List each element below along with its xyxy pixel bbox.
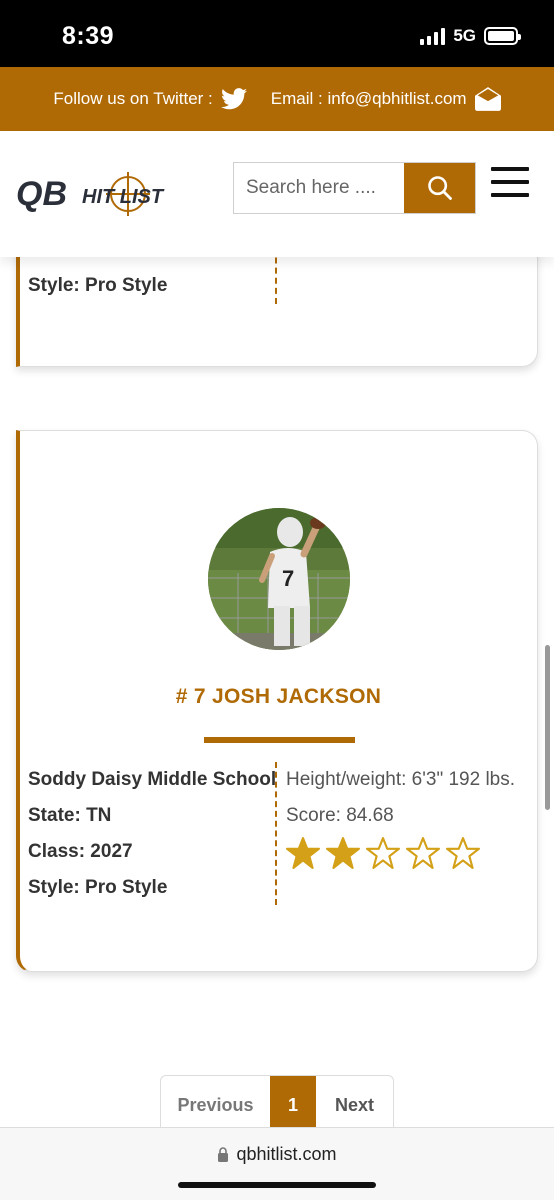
lock-icon [218,1147,229,1162]
player-class: Class: 2027 [28,841,133,862]
hamburger-menu-icon[interactable] [491,167,529,197]
battery-icon [484,27,521,45]
email-label[interactable]: Email : info@qbhitlist.com [271,89,467,109]
name-underline [204,737,355,743]
previous-page-button[interactable]: Previous [161,1076,270,1127]
player-state: State: TN [28,805,112,826]
browser-address-bar: qbhitlist.com [0,1127,554,1200]
star-rating [286,836,515,870]
search-button[interactable] [404,163,475,213]
svg-text:7: 7 [282,566,294,591]
site-logo[interactable]: QB HIT LIST [16,169,196,219]
current-page-button[interactable]: 1 [270,1076,316,1127]
player-list: Style: Pro Style 7 # 7 JOSH JACKSON Sodd… [0,257,554,1127]
player-height-weight: Height/weight: 6'3" 192 lbs. [286,769,516,790]
twitter-label: Follow us on Twitter : [53,89,213,108]
star-empty-icon [366,837,400,869]
pagination: Previous 1 Next [160,1075,394,1127]
status-bar: 8:39 5G [0,0,554,67]
star-filled-icon [286,837,320,869]
player-photo: 7 [208,508,350,650]
player-style: Style: Pro Style [28,877,168,898]
star-empty-icon [446,837,480,869]
search-box [233,162,476,214]
search-icon [427,176,452,200]
url-text: qbhitlist.com [236,1144,337,1164]
player-style: Style: Pro Style [28,275,168,296]
player-card[interactable]: Style: Pro Style [16,257,538,367]
player-name[interactable]: # 7 JOSH JACKSON [20,685,537,709]
player-school: Soddy Daisy Middle School [28,769,277,790]
envelope-icon[interactable] [474,87,501,111]
card-divider [275,762,277,905]
search-input[interactable] [234,163,404,213]
player-score: Score: 84.68 [286,805,394,826]
twitter-icon[interactable] [220,88,247,110]
site-header: QB HIT LIST [0,131,554,257]
next-page-button[interactable]: Next [316,1076,393,1127]
star-empty-icon [406,837,440,869]
network-type: 5G [453,26,476,45]
url-display[interactable]: qbhitlist.com [0,1144,554,1165]
card-divider [275,257,277,304]
cellular-signal-icon [420,27,446,45]
status-indicators: 5G [420,26,521,46]
home-indicator[interactable] [178,1182,376,1188]
star-filled-icon [326,837,360,869]
social-bar: Follow us on Twitter : Email : info@qbhi… [0,67,554,131]
svg-text:QB: QB [16,175,67,213]
scrollbar[interactable] [545,645,550,810]
svg-text:HIT LIST: HIT LIST [82,186,165,208]
status-time: 8:39 [62,22,115,50]
player-card[interactable]: 7 # 7 JOSH JACKSON Soddy Daisy Middle Sc… [16,430,538,972]
